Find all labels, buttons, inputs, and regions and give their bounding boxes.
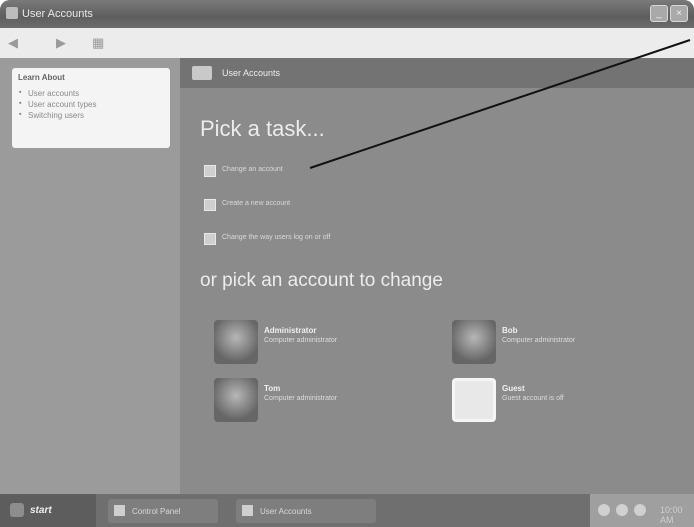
user-photo-icon [214, 320, 258, 364]
account-name: Tom [264, 384, 281, 393]
back-arrow-icon[interactable]: ◀ [8, 36, 18, 50]
start-button[interactable]: start [0, 494, 96, 527]
learn-about-heading: Learn About [18, 73, 65, 82]
account-name: Bob [502, 326, 518, 335]
account-type: Guest account is off [502, 395, 564, 402]
sidebar: Learn About User accounts User account t… [0, 58, 180, 494]
user-accounts-icon [192, 66, 212, 80]
user-accounts-window: User Accounts _ × ◀ ▶ ▦ Learn About User… [0, 0, 694, 494]
tray-icon[interactable] [634, 504, 646, 516]
taskbar: start Control Panel User Accounts 10:00 … [0, 494, 694, 527]
toolbar: ◀ ▶ ▦ [0, 28, 694, 59]
taskbar-control-panel[interactable]: Control Panel [108, 499, 218, 523]
learn-link-user-accounts[interactable]: User accounts [19, 89, 79, 98]
folders-view-icon[interactable]: ▦ [92, 36, 104, 50]
system-tray: 10:00 AM [590, 494, 694, 527]
learn-link-switching-users[interactable]: Switching users [19, 111, 84, 120]
learn-about-panel: Learn About User accounts User account t… [12, 68, 170, 148]
account-name: Administrator [264, 326, 317, 335]
start-label: start [30, 505, 52, 516]
forward-arrow-icon[interactable]: ▶ [56, 36, 66, 50]
window-title: User Accounts [22, 8, 93, 20]
account-type: Computer administrator [502, 337, 576, 344]
task-arrow-icon [204, 233, 216, 245]
page-header-title: User Accounts [222, 68, 281, 78]
guest-photo-icon [452, 378, 496, 422]
learn-link-account-types[interactable]: User account types [19, 100, 97, 109]
pick-task-title: Pick a task... [200, 116, 325, 141]
windows-logo-icon [10, 503, 24, 517]
taskbar-user-accounts[interactable]: User Accounts [236, 499, 376, 523]
page-header: User Accounts [180, 58, 694, 88]
pick-account-title: or pick an account to change [200, 270, 443, 291]
main-content: User Accounts Pick a task... Change an a… [180, 58, 694, 494]
task-arrow-icon [204, 199, 216, 211]
close-button[interactable]: × [670, 5, 688, 22]
task-label: Change an account [222, 166, 283, 173]
task-label: Create a new account [222, 200, 291, 207]
account-type: Computer administrator [264, 337, 338, 344]
task-label: Change the way users log on or off [222, 234, 331, 241]
clock: 10:00 AM [660, 505, 683, 525]
tray-icon[interactable] [598, 504, 610, 516]
account-name: Guest [502, 384, 525, 393]
minimize-button[interactable]: _ [650, 5, 668, 22]
title-bar[interactable]: User Accounts _ × [0, 0, 694, 28]
user-accounts-icon [242, 505, 253, 516]
taskbar-task-label: Control Panel [132, 507, 181, 516]
user-photo-icon [214, 378, 258, 422]
window-icon [6, 7, 18, 19]
tray-icon[interactable] [616, 504, 628, 516]
taskbar-task-label: User Accounts [260, 507, 312, 516]
task-arrow-icon [204, 165, 216, 177]
account-type: Computer administrator [264, 395, 338, 402]
user-photo-icon [452, 320, 496, 364]
control-panel-icon [114, 505, 125, 516]
